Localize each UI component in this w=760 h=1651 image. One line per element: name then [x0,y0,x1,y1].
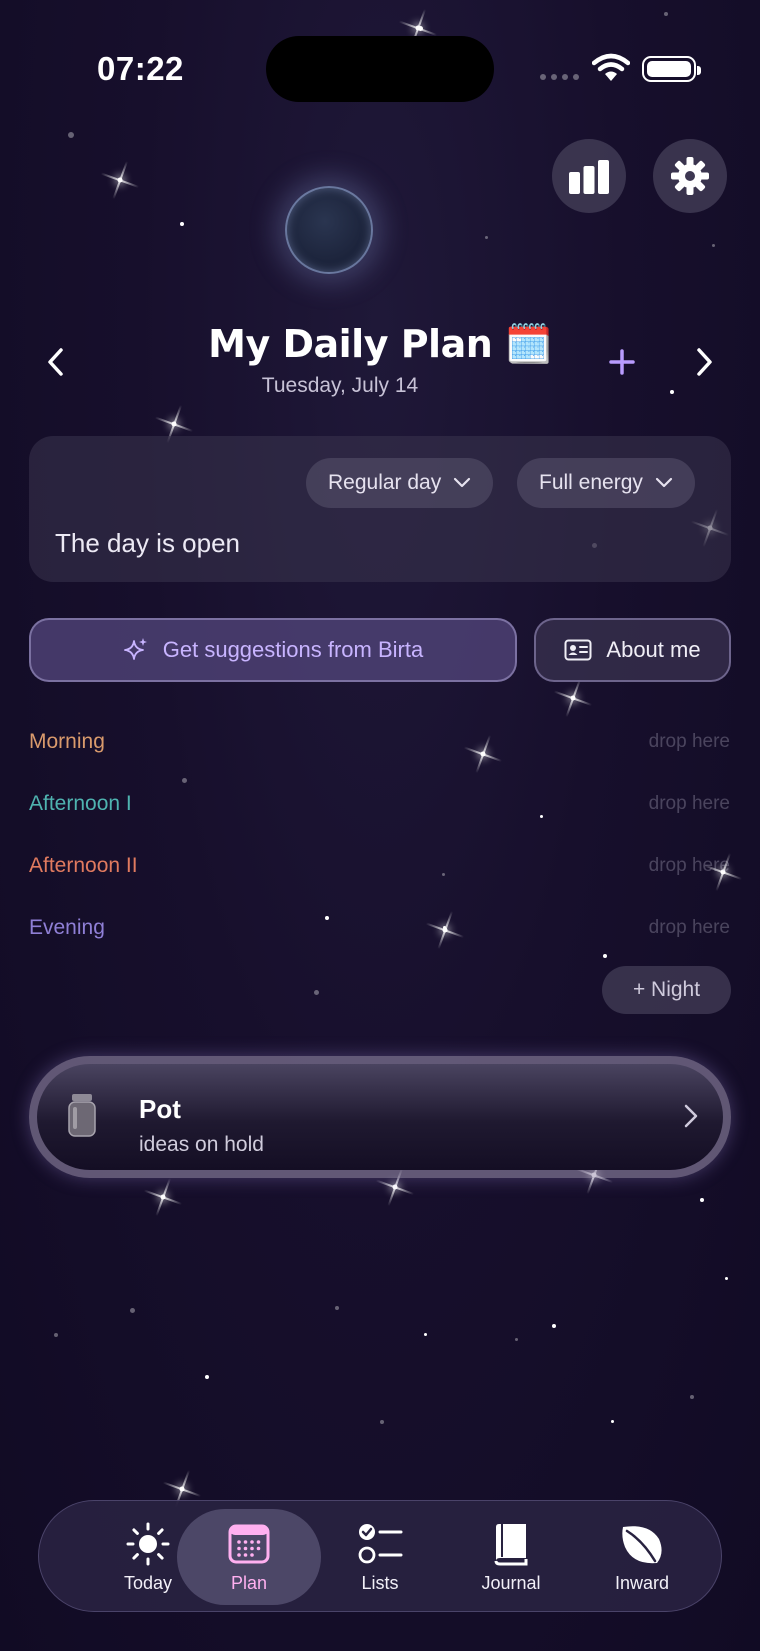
add-button[interactable] [602,342,642,382]
tab-journal[interactable]: Journal [446,1501,576,1613]
checklist-icon [358,1523,403,1563]
status-time: 07:22 [97,50,184,87]
get-suggestions-label: Get suggestions from Birta [162,637,424,662]
chevron-down-icon [454,477,471,488]
day-type-dropdown[interactable]: Regular day [306,458,494,508]
book-icon [494,1523,528,1565]
energy-dropdown[interactable]: Full energy [517,458,695,508]
tab-today-label: Today [123,1572,173,1593]
about-me-button[interactable]: About me [534,618,731,682]
page-date: Tuesday, July 14 [261,374,419,397]
contact-card-icon [564,639,592,661]
chevron-right-icon [697,348,712,376]
tab-inward[interactable]: Inward [577,1501,707,1613]
jar-icon [68,1094,96,1137]
wifi-icon [592,53,630,81]
next-day-button[interactable] [684,342,724,382]
slot-afternoon-2-label: Afternoon II [29,854,138,877]
pot-subtitle: ideas on hold [139,1133,264,1156]
add-night-button[interactable]: + Night [602,966,731,1014]
tab-inward-label: Inward [614,1572,670,1593]
tab-journal-label: Journal [481,1572,541,1593]
about-me-label: About me [606,637,701,662]
leaf-icon [622,1525,662,1563]
chevron-right-icon [684,1104,698,1128]
settings-button[interactable] [653,139,727,213]
get-suggestions-button[interactable]: Get suggestions from Birta [29,618,517,682]
moon-phase-icon [285,186,373,274]
chevron-down-icon [655,477,672,488]
day-type-label: Regular day [328,471,442,494]
pot-title: Pot [139,1094,181,1124]
page-title: My Daily Plan 🗓️ [208,322,552,366]
tab-plan-label: Plan [230,1572,268,1593]
cellular-signal-icon [540,74,579,80]
stats-button[interactable] [552,139,626,213]
plus-icon [609,349,635,375]
energy-label: Full energy [539,471,643,494]
bar-chart-icon [569,160,609,194]
slot-morning-dropzone[interactable]: drop here [649,731,730,753]
calendar-icon [228,1524,270,1563]
slot-evening-label: Evening [29,916,105,939]
tab-bar: Today Plan Lists Journal Inward [38,1500,722,1612]
slot-afternoon-2-dropzone[interactable]: drop here [649,855,730,877]
previous-day-button[interactable] [36,342,76,382]
chevron-left-icon [48,348,63,376]
day-status-text: The day is open [55,528,241,558]
battery-icon [642,56,701,82]
dynamic-island [266,36,494,102]
sun-icon [126,1522,170,1565]
pot-card[interactable]: Pot ideas on hold [29,1056,731,1178]
slot-afternoon-1-label: Afternoon I [29,792,132,815]
slot-evening-dropzone[interactable]: drop here [649,917,730,939]
tab-lists[interactable]: Lists [315,1501,445,1613]
sparkles-icon [123,638,147,660]
tab-plan[interactable]: Plan [177,1509,321,1605]
slot-morning-label: Morning [29,730,105,753]
slot-afternoon-1-dropzone[interactable]: drop here [649,793,730,815]
tab-lists-label: Lists [361,1572,399,1593]
gear-icon [671,157,709,195]
